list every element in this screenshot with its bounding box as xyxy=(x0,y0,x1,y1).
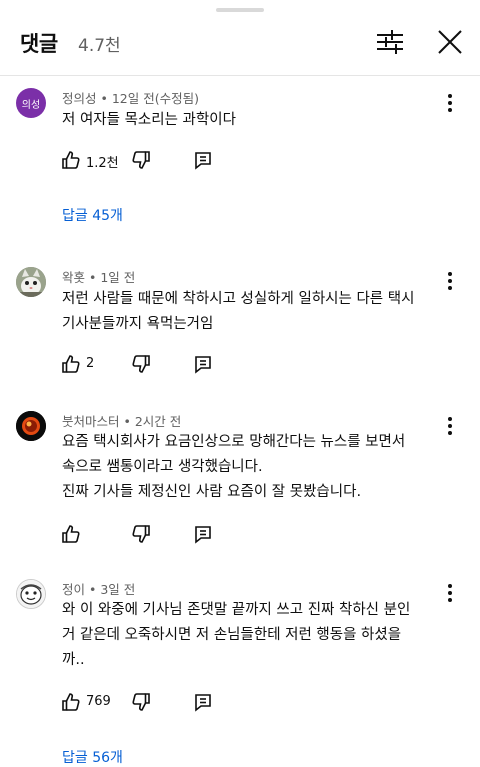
comment-author[interactable]: 정의성 xyxy=(62,91,97,106)
reply-icon xyxy=(195,526,211,544)
like-button[interactable] xyxy=(61,692,81,712)
comment-author[interactable]: 정이 xyxy=(62,582,85,597)
cat-avatar-icon xyxy=(16,267,46,297)
like-button[interactable] xyxy=(61,354,81,374)
more-button[interactable] xyxy=(440,90,460,116)
avatar[interactable] xyxy=(16,411,46,441)
reply-button[interactable] xyxy=(193,692,213,712)
comment-author[interactable]: 왁홋 xyxy=(62,270,85,285)
close-icon xyxy=(438,30,462,54)
comment-text: 요즘 택시회사가 요금인상으로 망해간다는 뉴스를 보면서 속으로 쌤통이라고 … xyxy=(62,434,406,500)
comment-item: 붓처마스터 • 2시간 전 요즘 택시회사가 요금인상으로 망해간다는 뉴스를 … xyxy=(0,409,480,549)
comment-meta: 왁홋 • 1일 전 xyxy=(62,267,135,286)
cartoon-face-avatar-icon xyxy=(17,580,45,608)
comment-time: 1일 전 xyxy=(100,270,136,285)
comments-header: 댓글 4.7천 xyxy=(0,0,480,76)
avatar[interactable] xyxy=(16,267,46,297)
dislike-button[interactable] xyxy=(131,354,151,374)
reply-button[interactable] xyxy=(193,524,213,544)
comment-time: 12일 전(수정됨) xyxy=(111,91,199,106)
close-button[interactable] xyxy=(432,24,468,60)
reply-button[interactable] xyxy=(193,354,213,374)
dot-separator: • xyxy=(123,414,135,429)
like-count: 2 xyxy=(86,356,95,371)
dot-separator: • xyxy=(100,91,112,106)
comment-time: 3일 전 xyxy=(100,582,136,597)
dot-separator: • xyxy=(89,582,101,597)
reply-icon xyxy=(195,356,211,374)
thumbs-up-icon xyxy=(62,151,80,169)
replies-link[interactable]: 답글 56개 xyxy=(62,747,123,767)
thumbs-up-icon xyxy=(62,355,80,373)
more-vertical-icon xyxy=(448,272,452,290)
more-vertical-icon xyxy=(448,94,452,112)
comment-item: 의성 정의성 • 12일 전(수정됨) 저 여자들 목소리는 과학이다 1.2천… xyxy=(0,86,480,236)
like-button[interactable] xyxy=(61,150,81,170)
dislike-button[interactable] xyxy=(131,150,151,170)
dislike-button[interactable] xyxy=(131,524,151,544)
thumbs-up-icon xyxy=(62,525,80,543)
comment-author[interactable]: 붓처마스터 xyxy=(62,414,120,429)
replies-link[interactable]: 답글 45개 xyxy=(62,205,123,225)
like-count: 769 xyxy=(86,694,111,709)
comment-text: 와 이 와중에 기사님 존댓말 끝까지 쓰고 진짜 착하신 분인 거 같은데 오… xyxy=(62,602,411,668)
comment-meta: 정이 • 3일 전 xyxy=(62,579,135,598)
dot-separator: • xyxy=(89,270,101,285)
dark-orb-avatar-icon xyxy=(16,411,46,441)
reply-icon xyxy=(195,152,211,170)
filter-button[interactable] xyxy=(374,26,406,58)
thumbs-down-icon xyxy=(132,355,150,373)
thumbs-down-icon xyxy=(132,151,150,169)
avatar[interactable]: 의성 xyxy=(16,88,46,118)
like-count: 1.2천 xyxy=(86,156,119,171)
page-title: 댓글 xyxy=(20,32,58,56)
more-button[interactable] xyxy=(440,413,460,439)
comment-item: 정이 • 3일 전 와 이 와중에 기사님 존댓말 끝까지 쓰고 진짜 착하신 … xyxy=(0,577,480,767)
more-button[interactable] xyxy=(440,580,460,606)
dislike-button[interactable] xyxy=(131,692,151,712)
sliders-icon xyxy=(377,30,403,54)
comment-meta: 정의성 • 12일 전(수정됨) xyxy=(62,88,199,107)
more-vertical-icon xyxy=(448,417,452,435)
thumbs-down-icon xyxy=(132,525,150,543)
thumbs-up-icon xyxy=(62,693,80,711)
comment-text: 저런 사람들 때문에 착하시고 성실하게 일하시는 다른 택시 기사분들까지 욕… xyxy=(62,291,415,332)
more-vertical-icon xyxy=(448,584,452,602)
comment-item: 왁홋 • 1일 전 저런 사람들 때문에 착하시고 성실하게 일하시는 다른 택… xyxy=(0,265,480,385)
thumbs-down-icon xyxy=(132,693,150,711)
more-button[interactable] xyxy=(440,268,460,294)
reply-icon xyxy=(195,694,211,712)
comment-text: 저 여자들 목소리는 과학이다 xyxy=(62,112,236,128)
reply-button[interactable] xyxy=(193,150,213,170)
avatar[interactable] xyxy=(16,579,46,609)
comment-count: 4.7천 xyxy=(78,36,121,56)
comment-time: 2시간 전 xyxy=(134,414,182,429)
like-button[interactable] xyxy=(61,524,81,544)
comment-meta: 붓처마스터 • 2시간 전 xyxy=(62,411,181,430)
